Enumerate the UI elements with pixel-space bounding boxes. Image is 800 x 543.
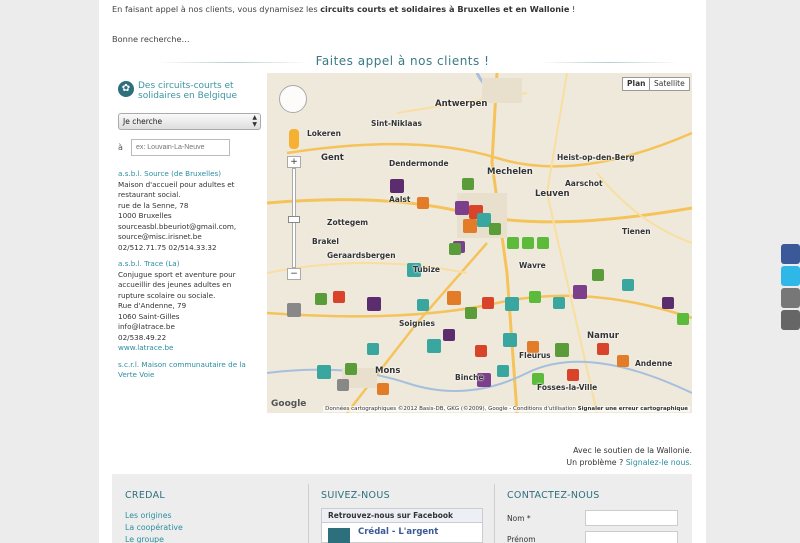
entry-name[interactable]: s.c.r.l. Maison communautaire de la Vert… bbox=[118, 360, 258, 381]
footer-credal-links: Les origines La coopérative Le groupe bbox=[125, 510, 183, 543]
map-attribution: Données cartographiques ©2012 Basis-DB, … bbox=[323, 406, 690, 412]
map-city-label: Tubize bbox=[413, 265, 441, 274]
credal-logo-icon bbox=[328, 528, 350, 543]
map-city-label: Aalst bbox=[389, 195, 411, 204]
map-city-label: Aarschot bbox=[565, 179, 603, 188]
map-city-label: Namur bbox=[587, 331, 619, 341]
map-city-label: Binche bbox=[455, 373, 484, 382]
print-share-icon[interactable] bbox=[781, 288, 800, 308]
directory-panel: ✿ Des circuits-courts et solidaires en B… bbox=[112, 73, 267, 413]
map-city-label: Antwerpen bbox=[435, 99, 488, 109]
map-city-label: Gent bbox=[321, 153, 344, 163]
footer-link[interactable]: Le groupe bbox=[125, 534, 183, 543]
map-city-label: Mons bbox=[375, 366, 401, 376]
list-item: s.c.r.l. Maison communautaire de la Vert… bbox=[118, 360, 258, 381]
street-view-pegman-icon[interactable] bbox=[289, 129, 299, 149]
nom-label: Nom * bbox=[507, 514, 531, 523]
map-city-label: Wavre bbox=[519, 261, 546, 270]
support-text: Avec le soutien de la Wallonie. Un probl… bbox=[566, 446, 692, 467]
map-city-label: Heist-op-den-Berg bbox=[557, 153, 635, 162]
map-city-label: Zottegem bbox=[327, 218, 369, 227]
footer-link[interactable]: La coopérative bbox=[125, 522, 183, 534]
facebook-widget-header: Retrouvez-nous sur Facebook bbox=[322, 509, 482, 523]
zoom-slider-knob[interactable] bbox=[288, 216, 300, 223]
map-city-label: Brakel bbox=[312, 237, 339, 246]
pan-control[interactable] bbox=[279, 85, 307, 113]
footer: CREDAL Les origines La coopérative Le gr… bbox=[112, 474, 692, 543]
zoom-out-button[interactable]: − bbox=[287, 268, 301, 280]
zoom-in-button[interactable]: + bbox=[287, 156, 301, 168]
panel-title: Des circuits-courts et solidaires en Bel… bbox=[138, 81, 237, 101]
section-title: Faites appel à nos clients ! bbox=[315, 54, 490, 68]
map-city-label: Tienen bbox=[622, 227, 651, 236]
location-input[interactable] bbox=[131, 139, 230, 156]
map-city-label: Leuven bbox=[535, 189, 570, 199]
map-city-label: Mechelen bbox=[487, 167, 533, 177]
greeting-text: Bonne recherche… bbox=[112, 34, 190, 44]
map-city-label: Fosses-la-Ville bbox=[537, 383, 598, 392]
twitter-share-icon[interactable] bbox=[781, 266, 800, 286]
map-type-satellite-button[interactable]: Satellite bbox=[649, 77, 690, 91]
report-problem-link[interactable]: Signalez-le nous. bbox=[626, 458, 692, 467]
google-logo: Google bbox=[271, 399, 307, 409]
map-city-label: Soignies bbox=[399, 319, 435, 328]
footer-divider bbox=[308, 484, 309, 543]
location-label: à bbox=[118, 143, 123, 152]
footer-divider bbox=[494, 484, 495, 543]
map-city-label: Sint-Niklaas bbox=[371, 119, 423, 128]
map-city-label: Dendermonde bbox=[389, 159, 449, 168]
results-list: a.s.b.l. Source (de Bruxelles) Maison d'… bbox=[118, 169, 258, 387]
network-logo-icon: ✿ bbox=[118, 81, 134, 97]
prenom-field[interactable] bbox=[585, 531, 678, 543]
map-city-label: Lokeren bbox=[307, 129, 341, 138]
entry-name[interactable]: a.s.b.l. Source (de Bruxelles) bbox=[118, 169, 258, 180]
map-city-label: Andenne bbox=[635, 359, 673, 368]
map-type-plan-button[interactable]: Plan bbox=[622, 77, 651, 91]
footer-credal-heading: CREDAL bbox=[125, 490, 165, 501]
category-select[interactable]: Je cherche ▲ ▼ bbox=[118, 113, 261, 130]
entry-name[interactable]: a.s.b.l. Trace (La) bbox=[118, 259, 258, 270]
facebook-widget[interactable]: Retrouvez-nous sur Facebook Crédal - L'a… bbox=[321, 508, 483, 543]
facebook-share-icon[interactable] bbox=[781, 244, 800, 264]
list-item: a.s.b.l. Trace (La) Conjugue sport et av… bbox=[118, 259, 258, 354]
map-city-label: Fleurus bbox=[519, 351, 551, 360]
map-city-label: Geraardsbergen bbox=[327, 251, 396, 260]
intro-text: En faisant appel à nos clients, vous dyn… bbox=[112, 4, 576, 14]
footer-follow-heading: SUIVEZ-NOUS bbox=[321, 490, 390, 501]
nom-field[interactable] bbox=[585, 510, 678, 526]
map[interactable]: Antwerpen Sint-Niklaas Gent Dendermonde … bbox=[267, 73, 692, 413]
footer-link[interactable]: Les origines bbox=[125, 510, 183, 522]
entry-website-link[interactable]: www.latrace.be bbox=[118, 343, 258, 354]
facebook-page-link[interactable]: Crédal - L'argent bbox=[358, 527, 482, 537]
page: En faisant appel à nos clients, vous dyn… bbox=[99, 0, 706, 543]
prenom-label: Prénom bbox=[507, 535, 536, 543]
mail-share-icon[interactable] bbox=[781, 310, 800, 330]
list-item: a.s.b.l. Source (de Bruxelles) Maison d'… bbox=[118, 169, 258, 253]
footer-contact-heading: CONTACTEZ-NOUS bbox=[507, 490, 600, 501]
select-arrows-icon: ▲ ▼ bbox=[252, 114, 257, 128]
zoom-control[interactable]: + − bbox=[287, 156, 301, 286]
